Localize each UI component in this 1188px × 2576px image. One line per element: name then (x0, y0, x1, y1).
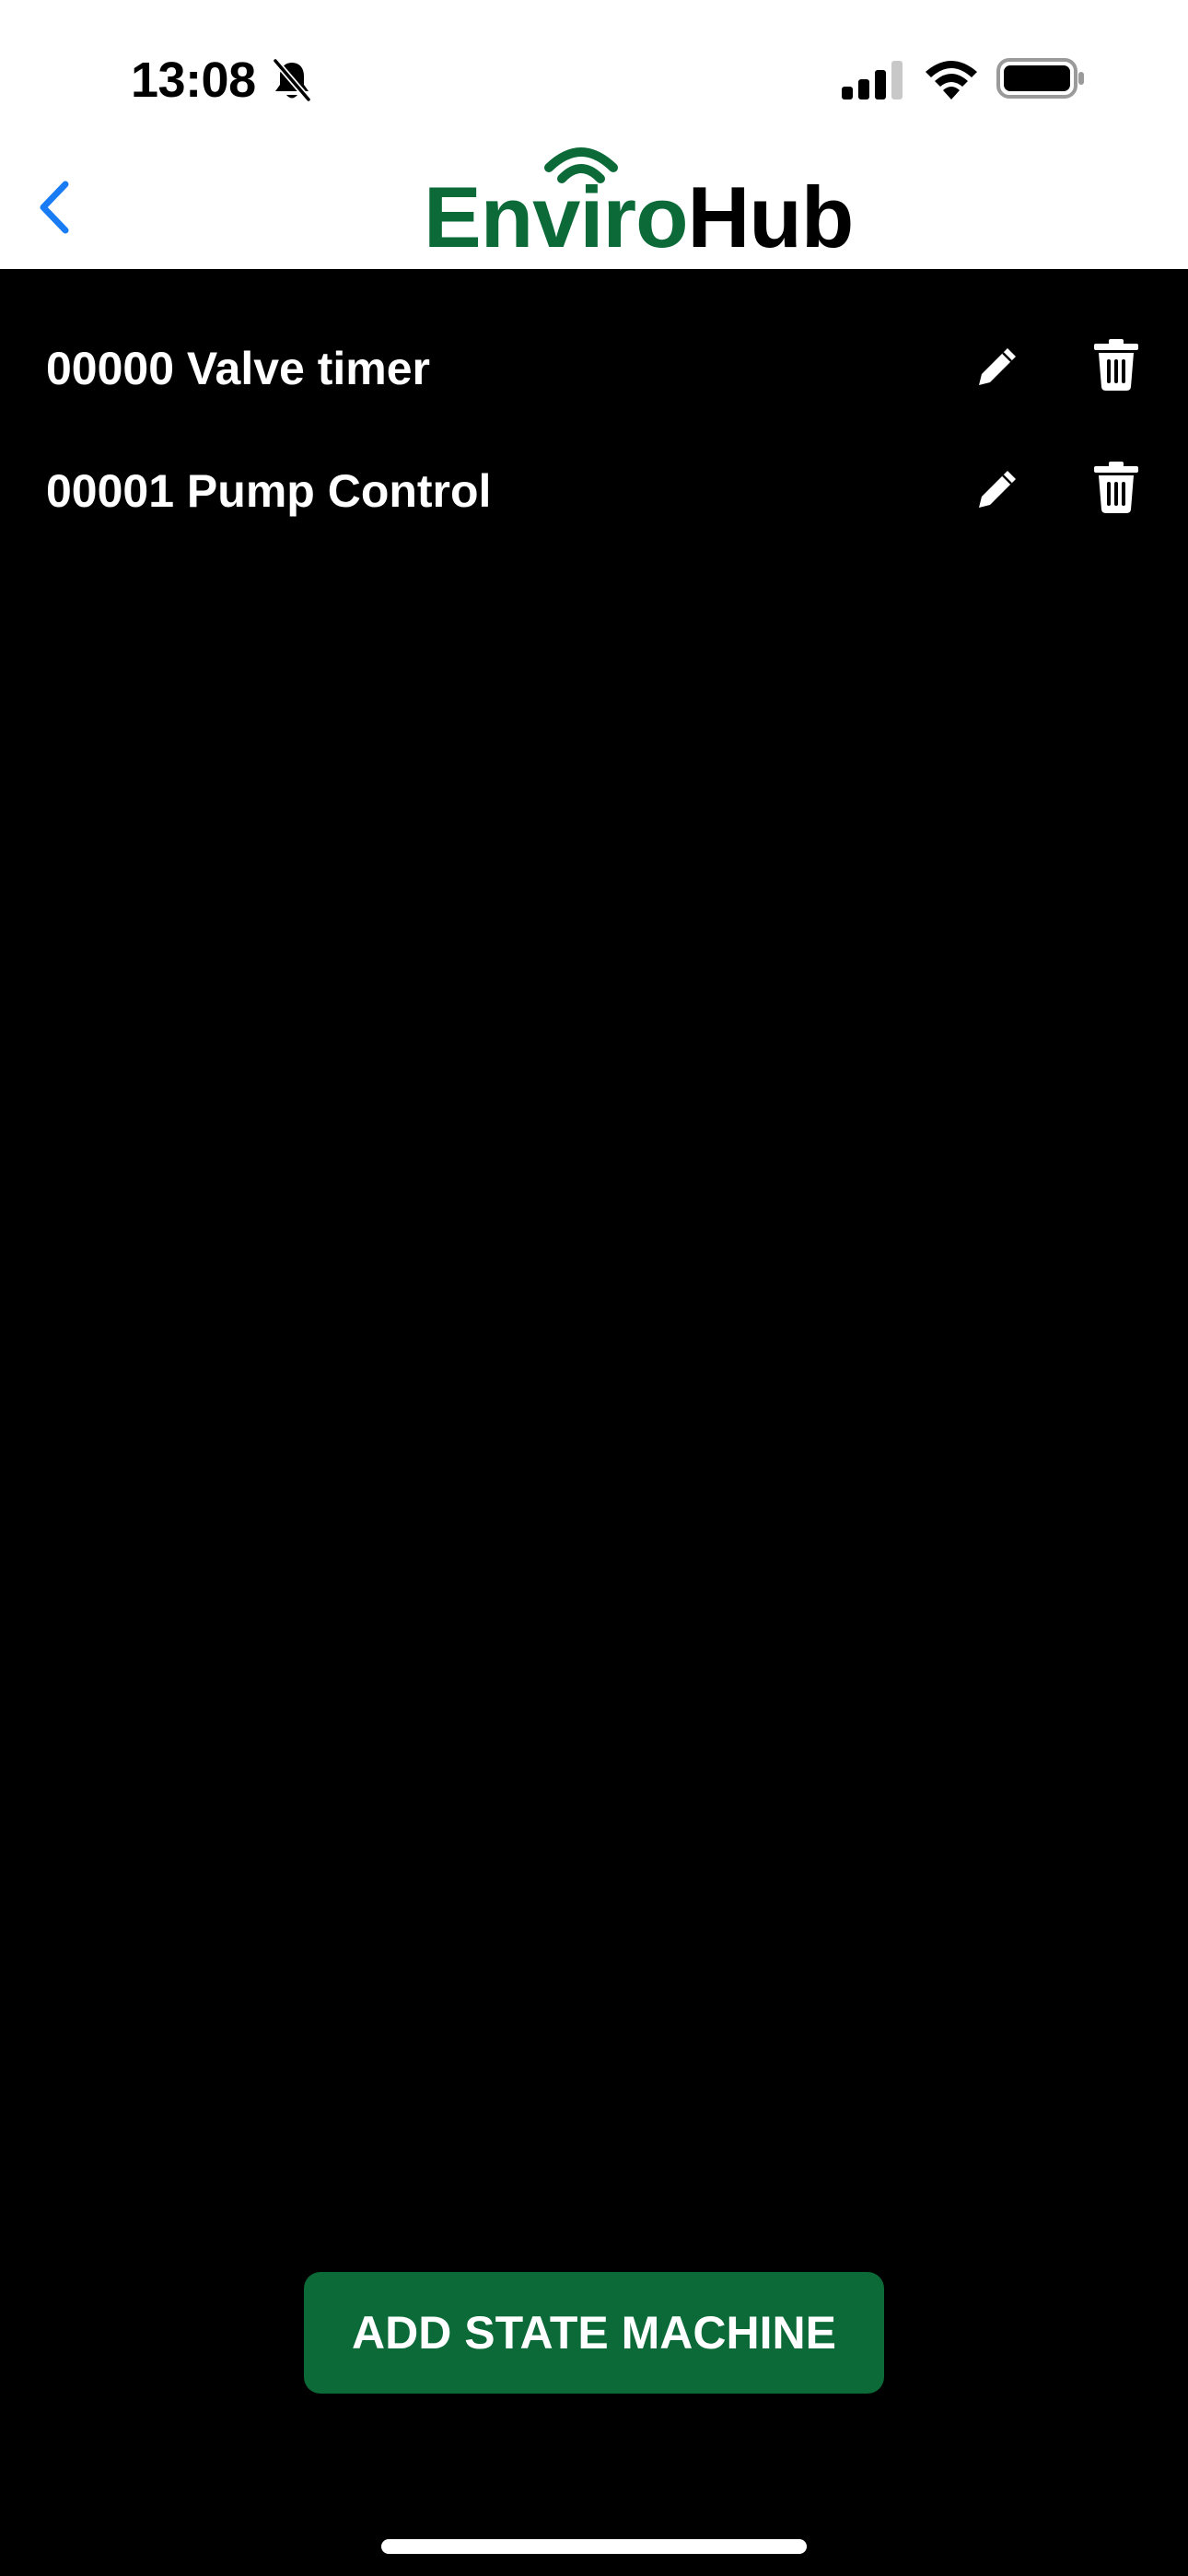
status-bar: 13:08 (0, 0, 1188, 157)
state-machine-list: 00000 Valve timer 00001 Pump Control (0, 313, 1188, 558)
cellular-signal-icon (842, 61, 903, 100)
add-state-machine-button[interactable]: ADD STATE MACHINE (304, 2272, 884, 2394)
list-item: 00000 Valve timer (0, 313, 1188, 436)
screen: 13:08 EnviroHub 00000 Valve timer 00001 … (0, 0, 1188, 2576)
state-machine-label: 00000 Valve timer (46, 343, 430, 394)
bell-slash-icon (273, 58, 311, 102)
trash-icon (1094, 339, 1138, 391)
wifi-icon (926, 61, 977, 100)
list-item: 00001 Pump Control (0, 436, 1188, 558)
navigation-bar: EnviroHub (0, 138, 1188, 269)
chevron-left-icon (40, 181, 69, 234)
pencil-icon (979, 348, 1016, 385)
delete-button[interactable] (1087, 328, 1146, 402)
edit-button[interactable] (969, 330, 1028, 402)
trash-icon (1094, 462, 1138, 513)
logo-text: EnviroHub (424, 169, 855, 265)
back-button[interactable] (22, 175, 87, 240)
envirohub-logo: EnviroHub (424, 142, 856, 265)
logo-text-enviro: Enviro (424, 169, 689, 265)
battery-icon (996, 58, 1084, 99)
pencil-icon (979, 471, 1016, 508)
delete-button[interactable] (1087, 451, 1146, 524)
home-indicator[interactable] (381, 2539, 807, 2554)
header-area: 13:08 EnviroHub (0, 0, 1188, 269)
logo-text-hub: Hub (687, 169, 855, 265)
edit-button[interactable] (969, 452, 1028, 524)
state-machine-label: 00001 Pump Control (46, 465, 492, 517)
status-time: 13:08 (131, 53, 256, 108)
